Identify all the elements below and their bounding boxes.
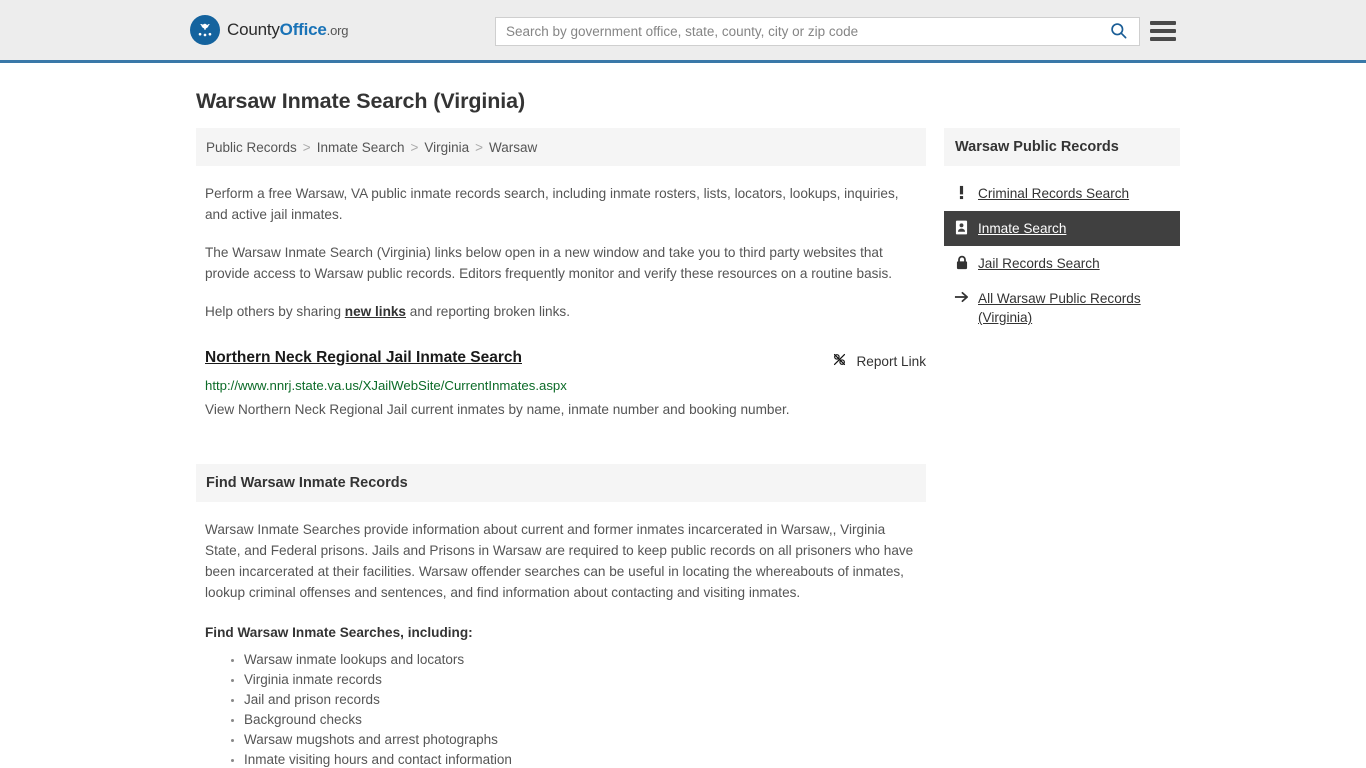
menu-bar-2: [1150, 29, 1176, 33]
sidebar-item-label: All Warsaw Public Records (Virginia): [978, 291, 1141, 325]
id-card-icon: [954, 220, 969, 235]
page-title: Warsaw Inmate Search (Virginia): [196, 89, 526, 113]
sidebar-item-label: Inmate Search: [978, 221, 1067, 236]
inmate-search-types-list: Warsaw inmate lookups and locators Virgi…: [226, 650, 926, 768]
share-text-before: Help others by sharing: [205, 304, 345, 319]
result-item: Northern Neck Regional Jail Inmate Searc…: [205, 349, 926, 420]
sidebar: Warsaw Public Records Criminal Records S…: [944, 128, 1180, 768]
result-url[interactable]: http://www.nnrj.state.va.us/XJailWebSite…: [205, 378, 926, 393]
site-logo[interactable]: CountyOffice.org: [190, 15, 348, 45]
breadcrumb-separator-2: >: [410, 139, 419, 155]
intro-paragraph-1: Perform a free Warsaw, VA public inmate …: [205, 186, 899, 222]
sidebar-item-label: Criminal Records Search: [978, 186, 1130, 201]
search-input[interactable]: [496, 18, 1097, 45]
breadcrumb-separator-1: >: [302, 139, 311, 155]
result-description: View Northern Neck Regional Jail current…: [205, 402, 790, 417]
sidebar-item-jail-records-search[interactable]: Jail Records Search: [944, 246, 1180, 281]
list-item: Jail and prison records: [244, 690, 926, 710]
menu-bar-3: [1150, 37, 1176, 41]
search-icon: [1109, 21, 1128, 43]
share-text-after: and reporting broken links.: [406, 304, 570, 319]
breadcrumb-item-virginia[interactable]: Virginia: [424, 140, 469, 155]
hamburger-menu-icon[interactable]: [1150, 18, 1176, 44]
sidebar-list: Criminal Records Search Inmate Search Ja…: [944, 176, 1180, 335]
list-item: Inmate visiting hours and contact inform…: [244, 750, 926, 768]
broken-link-icon: [831, 351, 848, 371]
new-links-link[interactable]: new links: [345, 304, 406, 319]
breadcrumb-item-public-records[interactable]: Public Records: [206, 140, 297, 155]
sidebar-heading: Warsaw Public Records: [944, 128, 1180, 166]
sidebar-item-inmate-search[interactable]: Inmate Search: [944, 211, 1180, 246]
logo-text-office: Office: [279, 20, 327, 39]
sidebar-item-criminal-records-search[interactable]: Criminal Records Search: [944, 176, 1180, 211]
section-heading: Find Warsaw Inmate Records: [196, 464, 926, 502]
result-title-link[interactable]: Northern Neck Regional Jail Inmate Searc…: [205, 349, 522, 367]
page-container: Warsaw Inmate Search (Virginia) Public R…: [0, 89, 1366, 768]
main-column: Public Records > Inmate Search > Virgini…: [196, 128, 926, 768]
arrow-right-icon: [954, 290, 969, 304]
intro-paragraph-2: The Warsaw Inmate Search (Virginia) link…: [205, 245, 893, 281]
report-link-label: Report Link: [856, 353, 926, 369]
list-item: Virginia inmate records: [244, 670, 926, 690]
section-body-text: Warsaw Inmate Searches provide informati…: [205, 522, 914, 600]
logo-text-county: County: [227, 20, 280, 39]
padlock-icon: [954, 255, 969, 270]
search-bar[interactable]: [495, 17, 1140, 46]
breadcrumb: Public Records > Inmate Search > Virgini…: [196, 128, 926, 166]
content-row: Public Records > Inmate Search > Virgini…: [196, 128, 1180, 768]
logo-text-dotorg: .org: [326, 23, 349, 38]
sidebar-item-all-warsaw-public-records[interactable]: All Warsaw Public Records (Virginia): [944, 281, 1180, 335]
sidebar-item-label: Jail Records Search: [978, 256, 1100, 271]
breadcrumb-item-warsaw[interactable]: Warsaw: [489, 140, 537, 155]
intro-paragraph-3: Help others by sharing new links and rep…: [205, 301, 915, 322]
search-button[interactable]: [1097, 18, 1139, 45]
breadcrumb-separator-3: >: [475, 139, 484, 155]
breadcrumb-item-inmate-search[interactable]: Inmate Search: [317, 140, 405, 155]
report-link-button[interactable]: Report Link: [831, 351, 926, 371]
result-header: Northern Neck Regional Jail Inmate Searc…: [205, 349, 926, 371]
site-header: CountyOffice.org: [0, 0, 1366, 63]
list-item: Warsaw inmate lookups and locators: [244, 650, 926, 670]
list-item: Warsaw mugshots and arrest photographs: [244, 730, 926, 750]
menu-bar-1: [1150, 21, 1176, 25]
list-item: Background checks: [244, 710, 926, 730]
logo-text: CountyOffice.org: [227, 20, 348, 40]
exclamation-icon: [954, 185, 969, 200]
eagle-seal-icon: [190, 15, 220, 45]
section-subheading: Find Warsaw Inmate Searches, including:: [205, 625, 473, 640]
